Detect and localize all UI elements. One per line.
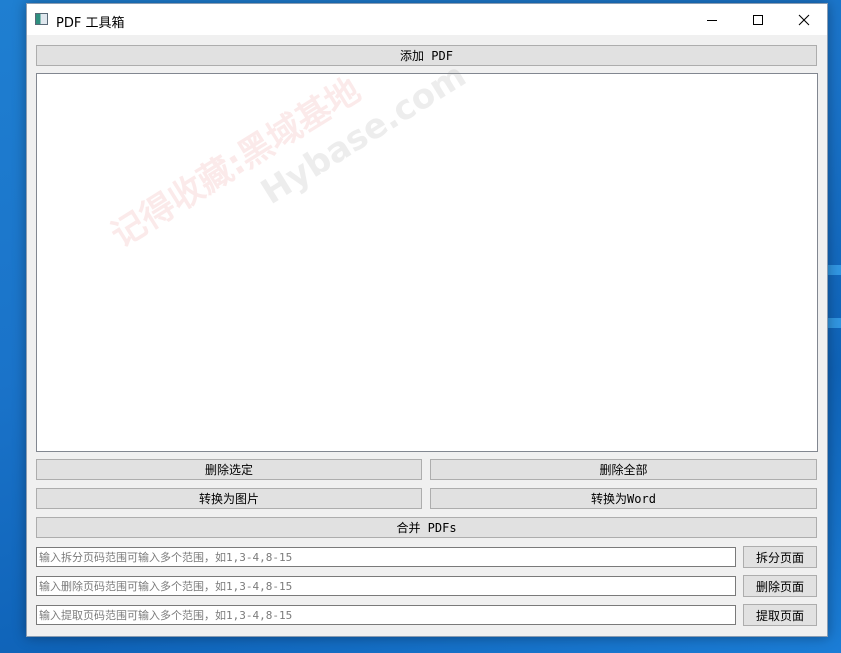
window-title: PDF 工具箱 — [56, 16, 125, 31]
minimize-icon — [707, 19, 717, 21]
app-window: PDF 工具箱 添加 PDF 删除选定 删除全部 转换为图片 转换为Word 合… — [26, 3, 828, 637]
close-button[interactable] — [781, 4, 827, 35]
merge-pdfs-button[interactable]: 合并 PDFs — [36, 517, 817, 538]
app-icon — [35, 13, 48, 25]
delete-range-input[interactable] — [36, 576, 736, 596]
maximize-button[interactable] — [735, 4, 781, 35]
delete-all-button[interactable]: 删除全部 — [430, 459, 817, 480]
convert-to-image-button[interactable]: 转换为图片 — [36, 488, 422, 509]
extract-pages-button[interactable]: 提取页面 — [743, 604, 817, 626]
delete-pages-button[interactable]: 删除页面 — [743, 575, 817, 597]
extract-range-input[interactable] — [36, 605, 736, 625]
split-range-input[interactable] — [36, 547, 736, 567]
title-bar[interactable]: PDF 工具箱 — [27, 4, 827, 35]
close-icon — [798, 14, 810, 25]
maximize-icon — [753, 14, 763, 25]
convert-to-word-button[interactable]: 转换为Word — [430, 488, 817, 509]
delete-selected-button[interactable]: 删除选定 — [36, 459, 422, 480]
pdf-file-list[interactable] — [36, 73, 818, 452]
minimize-button[interactable] — [689, 4, 735, 35]
split-pages-button[interactable]: 拆分页面 — [743, 546, 817, 568]
add-pdf-button[interactable]: 添加 PDF — [36, 45, 817, 66]
